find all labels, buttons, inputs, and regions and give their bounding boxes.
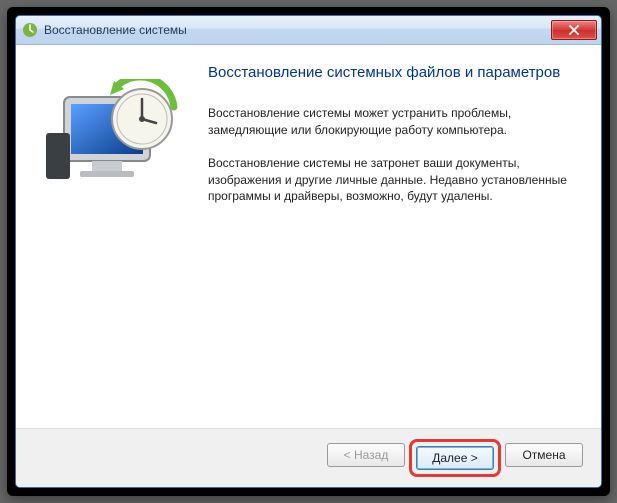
paragraph-1: Восстановление системы может устранить п…: [208, 105, 577, 139]
titlebar: Восстановление системы: [16, 16, 601, 45]
illustration-pane: [38, 63, 190, 428]
page-heading: Восстановление системных файлов и параме…: [208, 63, 577, 83]
content-area: Восстановление системных файлов и параме…: [16, 45, 601, 428]
close-icon: [568, 25, 580, 35]
app-icon: [22, 22, 38, 38]
footer: < Назад Далее > Отмена: [16, 428, 601, 487]
next-button-highlight: Далее >: [409, 439, 501, 477]
paragraph-2: Восстановление системы не затронет ваши …: [208, 155, 577, 205]
next-button[interactable]: Далее >: [416, 446, 494, 470]
back-button: < Назад: [327, 443, 405, 467]
system-restore-icon: [44, 79, 184, 199]
cancel-button[interactable]: Отмена: [505, 443, 583, 467]
close-button[interactable]: [551, 20, 597, 40]
system-restore-window: Восстановление системы: [15, 15, 602, 488]
window-title: Восстановление системы: [44, 23, 551, 37]
text-pane: Восстановление системных файлов и параме…: [208, 63, 577, 428]
